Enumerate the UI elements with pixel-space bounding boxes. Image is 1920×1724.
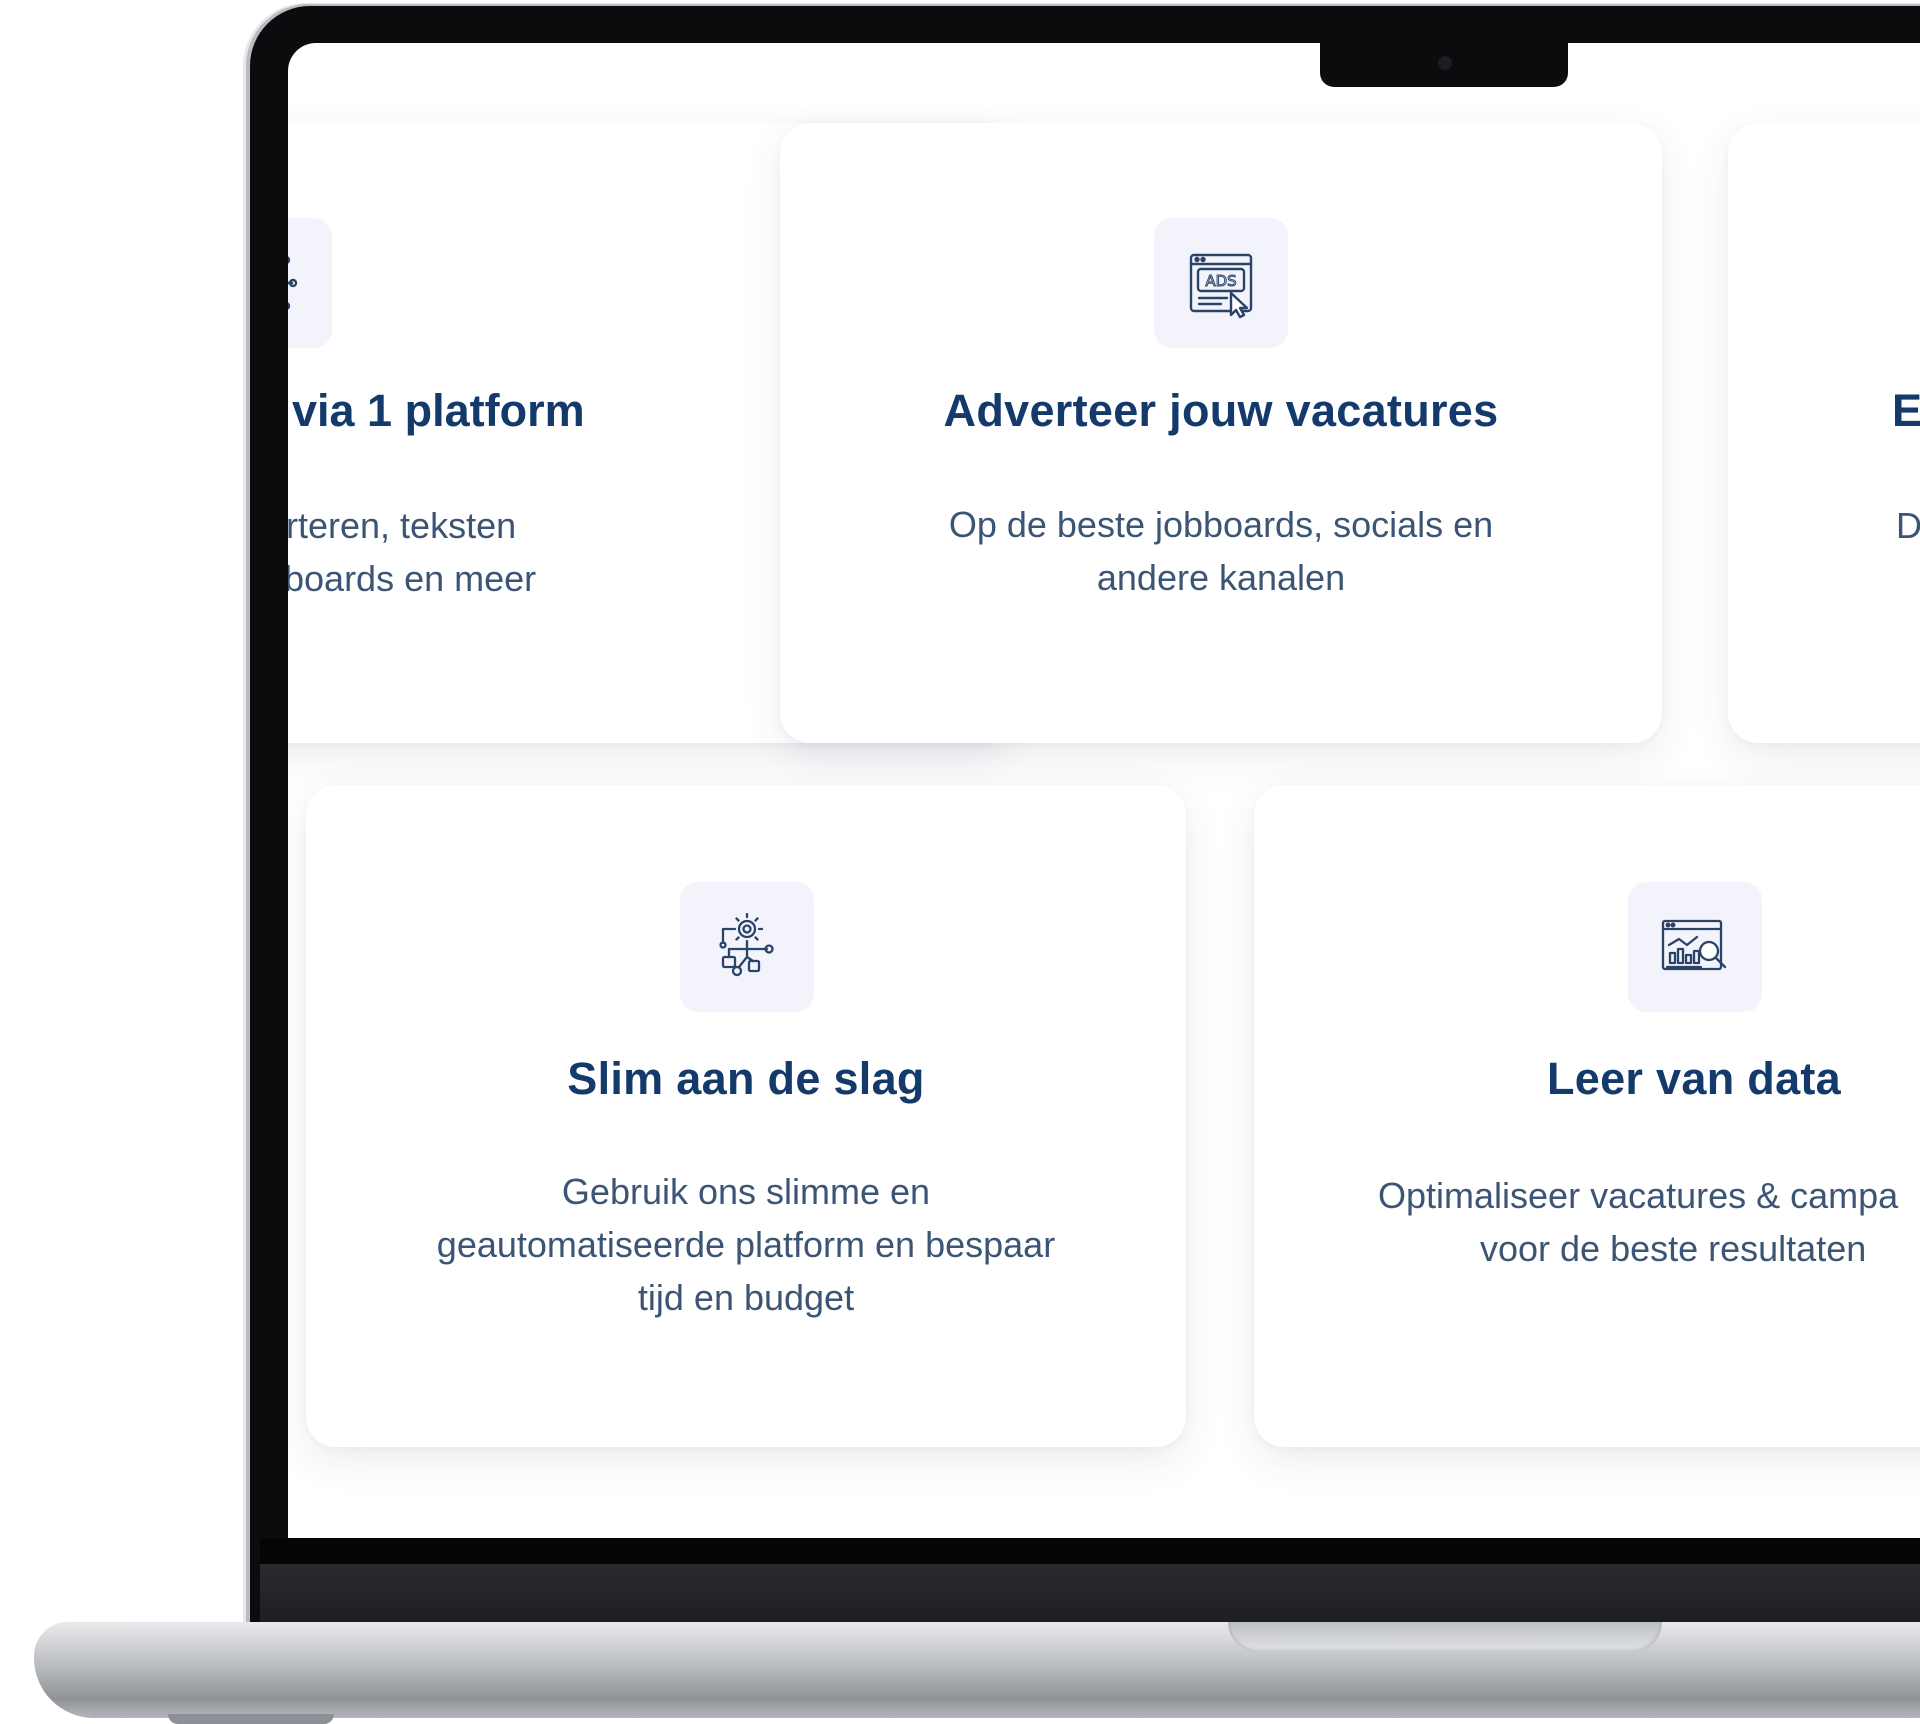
card-description-line: Optimaliseer vacatures & campa	[1378, 1175, 1899, 1216]
ads-icon: ADS	[1189, 253, 1253, 319]
card-title: E	[1892, 385, 1920, 436]
screen-bottom-bezel	[260, 1538, 1920, 1564]
card-title: Adverteer jouw vacatures	[943, 385, 1499, 436]
gear-network-icon	[719, 912, 774, 977]
card-description-line: rteren, teksten	[288, 505, 517, 546]
card-description-line: D	[1896, 505, 1920, 546]
card-description: Gebruik ons slimme en geautomatiseerde p…	[306, 1165, 1186, 1324]
laptop-opening-notch	[1228, 1622, 1662, 1652]
feature-card-advertise: ADS Adverteer jouw vacatures Op de beste…	[780, 123, 1662, 743]
card-title: Leer van data	[1546, 1053, 1842, 1104]
card-description-line: voor de beste resultaten	[1480, 1228, 1867, 1269]
icon-tile	[288, 218, 332, 348]
camera-lens	[1438, 56, 1452, 70]
svg-text:ADS: ADS	[1205, 272, 1236, 290]
card-title: via 1 platform	[292, 385, 585, 436]
laptop-foot	[168, 1714, 334, 1724]
card-description-line: tijd en budget	[637, 1277, 855, 1318]
icon-tile	[1628, 882, 1762, 1012]
laptop-screen: via 1 platform rteren, teksten boards en…	[288, 43, 1920, 1538]
icon-tile	[680, 882, 814, 1012]
feature-card-smart: Slim aan de slag Gebruik ons slimme en g…	[306, 785, 1186, 1447]
card-description-line: boards en meer	[288, 558, 537, 599]
analytics-search-icon	[1661, 919, 1727, 971]
feature-card-data: Leer van data Optimaliseer vacatures & c…	[1254, 785, 1920, 1447]
card-title: Slim aan de slag	[567, 1053, 925, 1104]
card-description-line: geautomatiseerde platform en bespaar	[436, 1224, 1056, 1265]
card-description-line: Gebruik ons slimme en	[561, 1171, 931, 1212]
network-nodes-icon	[288, 256, 298, 310]
card-description-line: andere kanalen	[1096, 557, 1346, 598]
laptop-hinge	[260, 1564, 1920, 1622]
feature-card-partial-right: E D	[1728, 123, 1920, 743]
card-description: Op de beste jobboards, socials en andere…	[780, 498, 1662, 604]
card-description-line: Op de beste jobboards, socials en	[948, 504, 1494, 545]
icon-tile: ADS	[1154, 218, 1288, 348]
